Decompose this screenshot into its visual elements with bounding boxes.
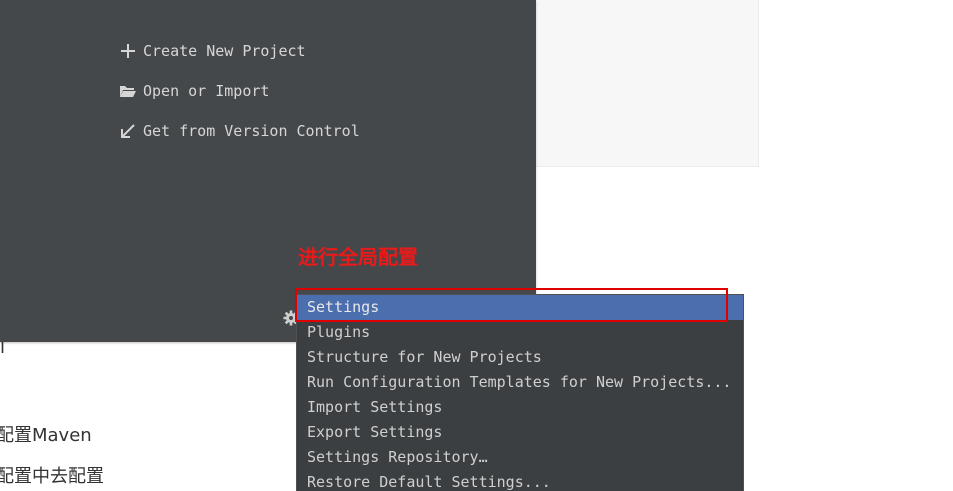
menu-item-plugins[interactable]: Plugins <box>297 320 743 345</box>
folder-open-icon <box>119 82 137 100</box>
background-text-line: 配置Maven <box>0 425 92 446</box>
arrow-down-left-icon <box>119 122 137 140</box>
annotation-label: 进行全局配置 <box>298 245 418 269</box>
document-background-panel <box>536 0 759 167</box>
menu-item-settings[interactable]: Settings <box>297 295 743 320</box>
action-label: Create New Project <box>143 42 306 60</box>
menu-item-restore-default-settings[interactable]: Restore Default Settings... <box>297 470 743 491</box>
menu-item-settings-repository[interactable]: Settings Repository… <box>297 445 743 470</box>
welcome-window: Create New Project Open or Import Get fr… <box>0 0 536 342</box>
action-label: Get from Version Control <box>143 122 360 140</box>
settings-dropdown-menu: Settings Plugins Structure for New Proje… <box>296 294 744 491</box>
menu-item-export-settings[interactable]: Export Settings <box>297 420 743 445</box>
get-from-vcs-action[interactable]: Get from Version Control <box>119 120 360 142</box>
background-text-line: 配置中去配置 <box>0 466 104 487</box>
create-new-project-action[interactable]: Create New Project <box>119 40 306 62</box>
menu-item-run-configuration-templates[interactable]: Run Configuration Templates for New Proj… <box>297 370 743 395</box>
open-or-import-action[interactable]: Open or Import <box>119 80 269 102</box>
menu-item-structure-for-new-projects[interactable]: Structure for New Projects <box>297 345 743 370</box>
menu-item-import-settings[interactable]: Import Settings <box>297 395 743 420</box>
action-label: Open or Import <box>143 82 270 100</box>
plus-icon <box>119 42 137 60</box>
